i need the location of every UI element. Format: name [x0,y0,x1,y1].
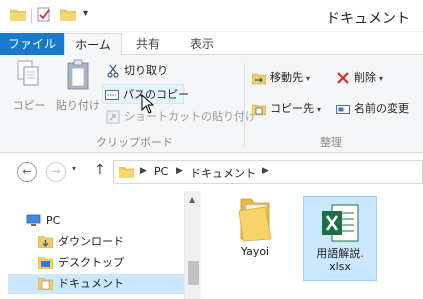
copy-button[interactable]: コピー [12,59,46,113]
cut-button[interactable]: 切り取り [104,61,168,81]
paste-icon [67,59,89,90]
tree-item-label: ドキュメント [58,277,124,290]
move-to-button[interactable]: 移動先 ▾ [250,68,310,88]
delete-x-icon [337,72,349,84]
paste-button[interactable]: 貼り付け [54,59,102,113]
folder-icon [119,167,134,178]
ribbon-tab-bar: ファイル ホーム 共有 表示 [0,33,423,56]
delete-label: 削除 [354,71,376,84]
up-button[interactable]: ↑ [94,162,106,178]
recent-locations-icon[interactable]: ▾ [72,164,76,173]
move-to-icon [252,73,266,85]
paste-shortcut-icon [106,110,120,124]
tree-item-downloads[interactable]: ダウンロード [38,232,178,252]
new-folder-icon[interactable] [60,8,76,21]
arrow-left-icon: ← [22,165,32,178]
copy-icon [17,60,39,86]
quick-access-dropdown-icon[interactable]: ▾ [83,8,88,20]
pc-icon [26,214,41,226]
delete-button[interactable]: 削除 ▾ [334,68,383,88]
tree-item-label: PC [46,214,61,227]
copy-label: コピー [12,99,46,112]
properties-icon[interactable] [37,7,51,22]
rename-label: 名前の変更 [354,102,409,115]
window-title: ドキュメント [326,11,410,27]
chevron-down-icon: ▾ [317,105,322,114]
arrow-right-icon: → [51,165,61,178]
copy-path-label: パスのコピー [123,88,189,101]
back-button[interactable]: ← [17,162,37,182]
scroll-up-icon[interactable]: ▲ [189,195,195,204]
chevron-down-icon: ▾ [379,74,384,83]
quick-access-overflow-label: ▾ [83,8,89,19]
tree-item-pc[interactable]: PC [26,211,176,231]
scissors-icon [107,64,119,78]
breadcrumb-pc[interactable]: PC [154,165,168,178]
copy-to-label: コピー先 [270,102,314,115]
toolbar-separator [31,9,32,23]
tab-view[interactable]: 表示 [182,33,222,55]
move-to-label: 移動先 [270,71,303,84]
documents-folder-icon [38,278,53,290]
organize-group-label: 整理 [320,136,342,149]
paste-shortcut-button[interactable]: ショートカットの貼り付け [104,107,256,127]
tree-item-documents[interactable]: ドキュメント [8,274,184,294]
copy-path-icon [105,90,119,100]
copy-to-button[interactable]: コピー先 ▾ [250,99,321,119]
chevron-right-icon[interactable]: ▶ [176,166,183,176]
folder-icon [238,198,272,242]
folder-icon[interactable] [10,8,26,21]
tab-home[interactable]: ホーム [64,33,122,56]
tab-file[interactable]: ファイル [0,33,64,55]
desktop-folder-icon [38,257,53,269]
rename-button[interactable]: 名前の変更 [334,99,409,119]
tab-share[interactable]: 共有 [128,33,168,55]
address-bar[interactable]: ▶ PC ▶ ドキュメント ▶ [113,160,423,184]
navigation-pane-scrollbar[interactable]: ▲ [184,191,201,299]
scrollbar-thumb[interactable] [188,261,199,285]
group-separator [244,63,245,147]
downloads-folder-icon [38,236,53,248]
paste-shortcut-label: ショートカットの貼り付け [124,110,256,123]
breadcrumb-documents[interactable]: ドキュメント [190,165,256,181]
excel-file-icon [322,204,359,242]
rename-icon [336,105,350,114]
chevron-right-icon[interactable]: ▶ [140,166,147,176]
copy-to-icon [252,104,266,116]
forward-button[interactable]: → [46,162,66,182]
ribbon-home: コピー 貼り付け 切り取り パスのコピー ショートカットの貼り付け クリップボー… [0,55,423,153]
arrow-up-icon: ↑ [94,162,106,178]
chevron-right-icon[interactable]: ▶ [262,166,269,176]
navigation-bar: ← → ▾ ↑ ▶ PC ▶ ドキュメント ▶ [0,153,423,191]
chevron-down-icon: ▾ [306,74,311,83]
file-name: 用語解説.xlsx [316,247,364,273]
cut-label: 切り取り [124,64,168,77]
tree-item-desktop[interactable]: デスクトップ [38,253,178,273]
title-bar: ▾ ドキュメント [0,0,423,32]
tree-item-label: ダウンロード [58,235,124,248]
file-item-excel[interactable]: 用語解説.xlsx [303,196,377,281]
navigation-pane: PC ダウンロード デスクトップ ドキュメント ▲ [0,191,201,299]
paste-label: 貼り付け [56,99,100,112]
file-name: Yayoi [240,245,270,258]
clipboard-group-label: クリップボード [96,136,173,149]
tree-item-label: デスクトップ [58,256,124,269]
file-item-folder[interactable]: Yayoi [222,195,288,265]
